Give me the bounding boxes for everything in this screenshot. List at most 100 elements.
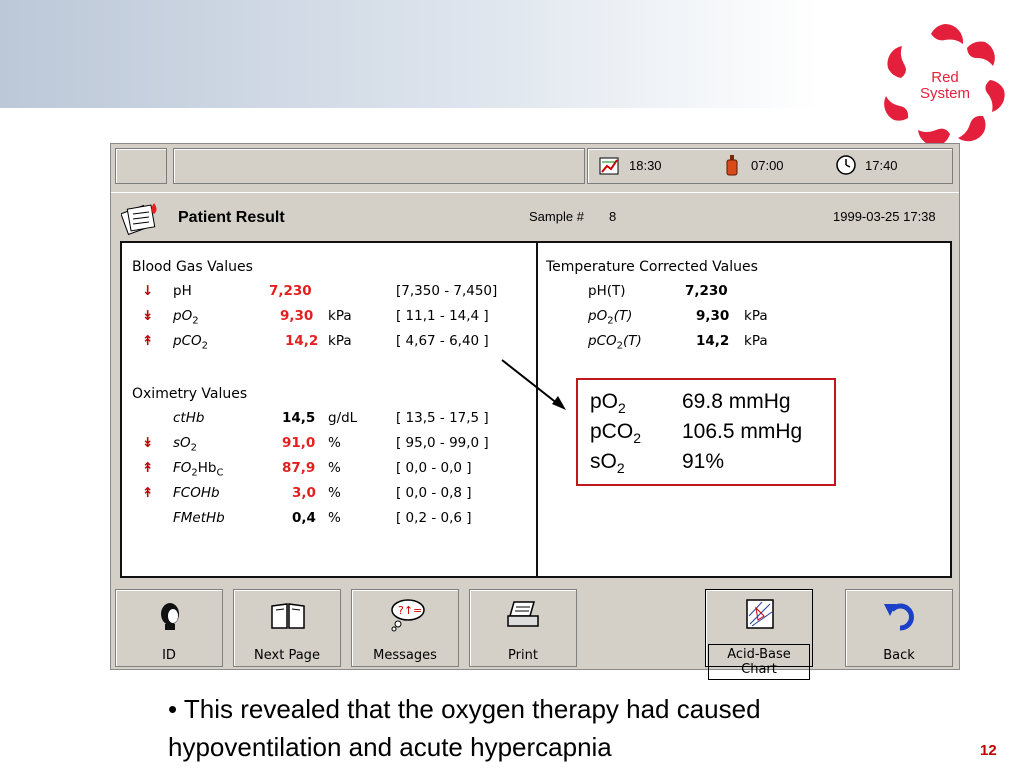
temp-row-pco2[interactable]: pCO2(T) 14,2 kPa — [546, 333, 936, 355]
param-name-base: pCO — [588, 333, 617, 349]
callout-value-so2: 91% — [682, 450, 725, 473]
param-name-suffix: (T) — [623, 333, 642, 349]
next-page-button[interactable]: Next Page — [233, 589, 341, 667]
result-row-cthb[interactable]: ctHb 14,5 g/dL [ 13,5 - 17,5 ] — [132, 410, 532, 432]
print-button[interactable]: Print — [469, 589, 577, 667]
param-value: 14,2 — [696, 333, 730, 349]
callout-label-pco2: pCO2 — [590, 420, 641, 446]
param-value: 87,9 — [282, 460, 316, 476]
messages-button-label: Messages — [373, 648, 437, 663]
acid-base-chart-icon — [746, 599, 774, 629]
result-row-po2[interactable]: ↡ pO2 9,30 kPa [ 11,1 - 14,4 ] — [132, 308, 532, 330]
callout-value-po2: 69.8 mmHg — [682, 390, 791, 413]
param-name-base: FO — [173, 460, 192, 476]
mmhg-conversion-callout: pO2 69.8 mmHg pCO2 106.5 mmHg sO2 91% — [576, 378, 836, 486]
param-value: 7,230 — [269, 283, 312, 299]
qc-status[interactable]: 07:00 — [721, 154, 784, 176]
param-unit: kPa — [744, 308, 768, 324]
param-name-base: pO — [173, 308, 193, 324]
param-name: FCOHb — [173, 485, 220, 501]
calibration-chart-icon — [599, 157, 619, 175]
param-name-sub2: C — [216, 467, 224, 479]
logo-line2: System — [919, 85, 970, 102]
slide-banner — [0, 0, 1024, 108]
top-message-box — [173, 148, 585, 184]
temp-row-po2[interactable]: pO2(T) 9,30 kPa — [546, 308, 936, 330]
logo-line1: Red — [931, 69, 959, 86]
acid-base-chart-button[interactable]: Acid-Base Chart — [705, 589, 813, 680]
top-blank-box-1 — [115, 148, 167, 184]
calibration-time: 18:30 — [629, 157, 662, 173]
high-arrow-icon: ↟ — [142, 333, 154, 349]
callout-label-base: pO — [590, 390, 619, 413]
param-value: 9,30 — [696, 308, 730, 324]
param-name-suffix: (T) — [613, 308, 633, 324]
temp-corrected-heading: Temperature Corrected Values — [546, 259, 758, 275]
param-value: 0,4 — [292, 510, 316, 526]
result-row-so2[interactable]: ↡ sO2 91,0 % [ 95,0 - 99,0 ] — [132, 435, 532, 457]
param-value: 14,5 — [282, 410, 316, 426]
title-row: Patient Result Sample # 8 1999-03-25 17:… — [111, 192, 959, 243]
param-name: ctHb — [173, 410, 205, 426]
printer-icon — [507, 601, 539, 627]
clock-status[interactable]: 17:40 — [835, 154, 898, 176]
svg-text:?↑=: ?↑= — [398, 604, 422, 617]
param-range: [7,350 - 7,450] — [396, 283, 498, 299]
param-unit: kPa — [744, 333, 768, 349]
clock-icon — [836, 155, 856, 175]
param-value: 91,0 — [282, 435, 316, 451]
param-range: [ 0,2 - 0,6 ] — [396, 510, 472, 526]
oximetry-heading: Oximetry Values — [132, 386, 248, 402]
print-button-label: Print — [508, 648, 538, 663]
param-unit: % — [328, 460, 341, 476]
param-value: 9,30 — [280, 308, 314, 324]
param-name-sub: 2 — [201, 340, 208, 352]
callout-label-sub: 2 — [618, 400, 626, 417]
param-value: 7,230 — [685, 283, 728, 299]
sample-number: 8 — [609, 209, 617, 224]
param-name-base: pCO — [173, 333, 202, 349]
blood-gas-heading: Blood Gas Values — [132, 259, 253, 275]
low-arrow-icon: ↡ — [142, 308, 154, 324]
param-unit: % — [328, 510, 341, 526]
param-unit: % — [328, 435, 341, 451]
result-row-fmethb[interactable]: FMetHb 0,4 % [ 0,2 - 0,6 ] — [132, 510, 532, 532]
callout-label-so2: sO2 — [590, 450, 625, 476]
back-button[interactable]: Back — [845, 589, 953, 667]
calibration-status[interactable]: 18:30 — [599, 154, 662, 176]
slide-bullet-text: • This revealed that the oxygen therapy … — [168, 694, 761, 762]
callout-label-sub: 2 — [616, 460, 625, 477]
back-arrow-icon — [884, 603, 914, 631]
param-range: [ 95,0 - 99,0 ] — [396, 435, 489, 451]
param-name: pO2 — [173, 308, 199, 327]
callout-label-po2: pO2 — [590, 390, 626, 416]
sample-label: Sample # — [529, 209, 584, 224]
panel-divider — [536, 243, 538, 576]
logo-text: Red System — [905, 70, 985, 102]
result-row-fo2hbc[interactable]: ↟ FO2HbC 87,9 % [ 0,0 - 0,0 ] — [132, 460, 532, 482]
param-name: pCO2(T) — [588, 333, 642, 352]
id-button-label: ID — [162, 648, 176, 663]
high-arrow-icon: ↟ — [142, 485, 154, 501]
messages-button[interactable]: ?↑= Messages — [351, 589, 459, 667]
param-unit: kPa — [328, 333, 352, 349]
param-value: 3,0 — [292, 485, 316, 501]
result-row-pco2[interactable]: ↟ pCO2 14,2 kPa [ 4,67 - 6,40 ] — [132, 333, 532, 355]
id-button[interactable]: ID — [115, 589, 223, 667]
temp-row-ph[interactable]: pH(T) 7,230 — [546, 283, 936, 305]
param-name: FO2HbC — [173, 460, 224, 479]
param-name-base: sO — [173, 435, 191, 451]
page-number: 12 — [980, 742, 997, 759]
param-name-base: pO — [588, 308, 608, 324]
result-row-ph[interactable]: ↓ pH 7,230 [7,350 - 7,450] — [132, 283, 532, 305]
param-unit: g/dL — [328, 410, 358, 426]
result-row-fcohb[interactable]: ↟ FCOHb 3,0 % [ 0,0 - 0,8 ] — [132, 485, 532, 507]
qc-time: 07:00 — [751, 157, 784, 173]
param-range: [ 13,5 - 17,5 ] — [396, 410, 489, 426]
param-name: pH(T) — [588, 283, 626, 299]
param-name: pCO2 — [173, 333, 208, 352]
param-value: 14,2 — [285, 333, 319, 349]
qc-bottle-icon — [726, 155, 738, 176]
param-name: sO2 — [173, 435, 197, 454]
param-name-sub: 2 — [192, 315, 199, 327]
